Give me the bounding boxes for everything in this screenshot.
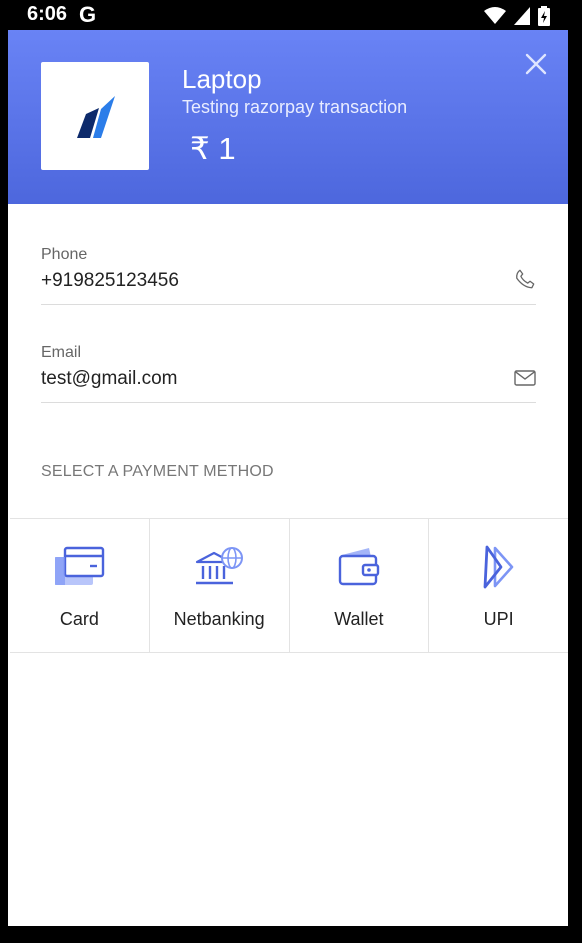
phone-icon xyxy=(516,269,535,289)
bank-icon xyxy=(196,547,244,585)
email-field[interactable]: Email test@gmail.com xyxy=(41,344,536,403)
wallet-icon xyxy=(338,548,380,586)
phone-field[interactable]: Phone +919825123456 xyxy=(41,246,536,305)
phone-label: Phone xyxy=(41,246,88,263)
email-input[interactable]: test@gmail.com xyxy=(41,368,536,390)
payment-method-netbanking[interactable]: Netbanking xyxy=(150,519,290,652)
payment-method-card[interactable]: Card xyxy=(10,519,150,652)
payment-section-title: SELECT A PAYMENT METHOD xyxy=(41,463,274,480)
wifi-icon xyxy=(484,7,506,24)
email-label: Email xyxy=(41,344,82,361)
payment-method-label: Card xyxy=(59,609,99,629)
checkout-header: Laptop Testing razorpay transaction ₹ 1 xyxy=(8,30,568,204)
payment-method-label: Netbanking xyxy=(173,609,265,629)
mail-icon xyxy=(514,370,536,386)
close-button[interactable] xyxy=(522,50,550,78)
razorpay-logo-icon xyxy=(77,96,115,138)
product-name: Laptop xyxy=(182,64,262,94)
status-bar: 6:06 G xyxy=(0,0,582,30)
payment-method-label: Wallet xyxy=(334,609,384,629)
battery-icon xyxy=(538,6,550,26)
signal-icon xyxy=(514,7,530,25)
close-icon xyxy=(525,53,547,75)
upi-icon xyxy=(483,545,513,589)
status-icons xyxy=(484,6,550,26)
amount: ₹ 1 xyxy=(190,131,236,166)
card-icon xyxy=(55,546,105,585)
product-description: Testing razorpay transaction xyxy=(182,97,408,117)
payment-method-label: UPI xyxy=(483,609,514,629)
merchant-logo xyxy=(41,62,149,170)
phone-input[interactable]: +919825123456 xyxy=(41,270,536,292)
payment-methods: Card Netbanking Wallet UPI xyxy=(10,518,568,653)
payment-method-upi[interactable]: UPI xyxy=(429,519,568,652)
payment-method-wallet[interactable]: Wallet xyxy=(290,519,430,652)
status-time: 6:06 xyxy=(27,3,68,25)
google-g-icon: G xyxy=(79,2,97,27)
checkout-sheet: Laptop Testing razorpay transaction ₹ 1 … xyxy=(8,30,568,926)
